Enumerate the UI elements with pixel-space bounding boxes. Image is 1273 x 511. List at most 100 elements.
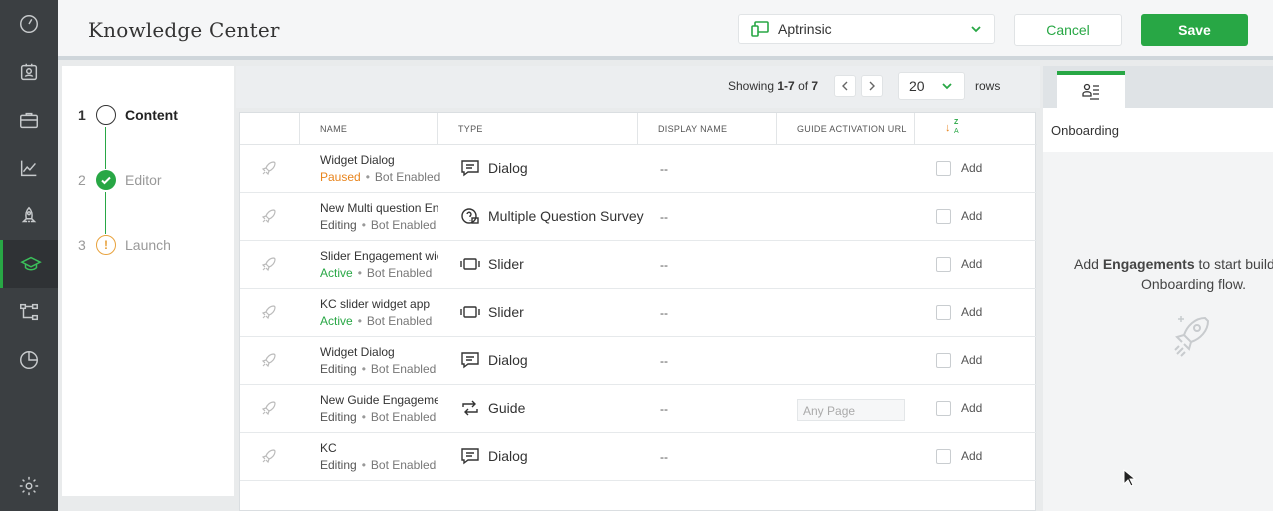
showing-range: 1-7 <box>777 79 795 93</box>
dialog-icon <box>461 448 479 465</box>
step-editor[interactable]: 2 Editor <box>78 168 162 192</box>
rows-per-page-value: 20 <box>909 78 925 94</box>
bot-status: Bot Enabled <box>374 170 441 184</box>
dialog-icon <box>461 352 479 369</box>
showing-of: of <box>798 79 809 93</box>
table-row[interactable]: Widget Dialog Editing • Bot Enabled Dialog… <box>240 337 1037 385</box>
rocket-icon <box>261 161 276 176</box>
right-panel-header: Onboarding <box>1043 108 1273 152</box>
row-meta: Editing • Bot Enabled <box>320 410 436 424</box>
separator-dot: • <box>361 218 366 232</box>
analytics-icon[interactable] <box>0 144 58 192</box>
showing-total: 7 <box>811 79 819 93</box>
empty-state-message: Add Engagements to start buildi Onboardi… <box>1074 254 1273 294</box>
knowledge-center-icon[interactable] <box>0 240 58 288</box>
table-row[interactable]: KC Editing • Bot Enabled Dialog -- Add <box>240 433 1037 481</box>
row-type: Slider <box>460 303 524 321</box>
empty-bold: Engagements <box>1102 256 1195 272</box>
next-page-button[interactable] <box>861 75 883 97</box>
prev-page-button[interactable] <box>834 75 856 97</box>
th-type[interactable]: TYPE <box>438 113 638 144</box>
separator-dot: • <box>361 410 366 424</box>
activation-url-field[interactable]: Any Page <box>797 399 905 421</box>
left-nav <box>0 0 58 511</box>
table-row[interactable]: KC slider widget app Active • Bot Enabled … <box>240 289 1037 337</box>
table-row[interactable]: New Multi question En Editing • Bot Enable… <box>240 193 1037 241</box>
app-selector[interactable]: Aptrinsic <box>738 14 995 44</box>
empty-suffix: to start buildi <box>1198 256 1273 272</box>
row-type-label: Dialog <box>488 160 528 176</box>
add-label[interactable]: Add <box>961 209 982 223</box>
survey-icon <box>461 208 479 224</box>
engagements-table: NAME TYPE DISPLAY NAME GUIDE ACTIVATION … <box>239 112 1037 511</box>
rocket-icon <box>261 449 276 464</box>
reports-icon[interactable] <box>0 336 58 384</box>
rows-per-page-select[interactable]: 20 <box>898 72 965 100</box>
row-type: Guide <box>460 399 525 417</box>
row-type-label: Dialog <box>488 448 528 464</box>
row-display-name: -- <box>660 306 668 320</box>
rocket-icon <box>261 209 276 224</box>
chevron-left-icon <box>842 81 848 91</box>
app-selector-value: Aptrinsic <box>778 21 832 37</box>
step-label: Launch <box>125 237 171 253</box>
add-label[interactable]: Add <box>961 161 982 175</box>
bot-status: Bot Enabled <box>370 218 437 232</box>
add-checkbox[interactable] <box>936 305 951 320</box>
slider-icon <box>460 306 480 318</box>
settings-icon[interactable] <box>0 462 58 510</box>
briefcase-icon[interactable] <box>0 96 58 144</box>
status-badge: Active <box>320 266 353 280</box>
table-row[interactable]: New Guide Engageme Editing • Bot Enabled G… <box>240 385 1037 433</box>
sort-label-z: Z <box>954 118 959 126</box>
section-title: Onboarding <box>1051 123 1119 138</box>
journey-icon[interactable] <box>0 288 58 336</box>
table-row[interactable]: Slider Engagement wic Active • Bot Enabled… <box>240 241 1037 289</box>
add-checkbox[interactable] <box>936 209 951 224</box>
rocket-icon <box>261 401 276 416</box>
rocket-icon <box>261 305 276 320</box>
add-label[interactable]: Add <box>961 401 982 415</box>
th-name[interactable]: NAME <box>300 113 438 144</box>
separator-dot: • <box>357 266 362 280</box>
th-display-name[interactable]: DISPLAY NAME <box>638 113 777 144</box>
empty-line2: Onboarding flow. <box>1141 276 1247 292</box>
page-title: Knowledge Center <box>88 18 280 42</box>
add-label[interactable]: Add <box>961 257 982 271</box>
tab-onboarding[interactable] <box>1057 71 1125 108</box>
row-type: Dialog <box>460 159 528 177</box>
table-row[interactable]: Widget Dialog Paused • Bot Enabled Dialog … <box>240 145 1037 193</box>
add-checkbox[interactable] <box>936 401 951 416</box>
mouse-cursor-icon <box>1123 469 1137 487</box>
add-checkbox[interactable] <box>936 449 951 464</box>
sort-icon[interactable]: ↓ Z A <box>915 113 1037 144</box>
step-label: Editor <box>125 172 162 188</box>
add-checkbox[interactable] <box>936 257 951 272</box>
dashboard-icon[interactable] <box>0 0 58 48</box>
dialog-icon <box>461 160 479 177</box>
add-checkbox[interactable] <box>936 353 951 368</box>
row-type-label: Multiple Question Survey <box>488 208 644 224</box>
step-content[interactable]: 1 Content <box>78 103 178 127</box>
rocket-icon[interactable] <box>0 192 58 240</box>
row-display-name: -- <box>660 450 668 464</box>
add-label[interactable]: Add <box>961 449 982 463</box>
add-label[interactable]: Add <box>961 353 982 367</box>
showing-prefix: Showing <box>728 79 775 93</box>
save-button[interactable]: Save <box>1141 14 1248 46</box>
cancel-button[interactable]: Cancel <box>1014 14 1122 46</box>
row-meta: Active • Bot Enabled <box>320 314 432 328</box>
contacts-icon[interactable] <box>0 48 58 96</box>
row-display-name: -- <box>660 162 668 176</box>
th-guide-url[interactable]: GUIDE ACTIVATION URL <box>777 113 915 144</box>
application-icon <box>751 21 769 37</box>
page-header: Knowledge Center Aptrinsic Cancel Save <box>58 0 1273 60</box>
add-checkbox[interactable] <box>936 161 951 176</box>
step-launch[interactable]: 3 ! Launch <box>78 233 171 257</box>
add-label[interactable]: Add <box>961 305 982 319</box>
row-type: Dialog <box>460 447 528 465</box>
table-header: NAME TYPE DISPLAY NAME GUIDE ACTIVATION … <box>240 113 1037 145</box>
bot-status: Bot Enabled <box>366 266 433 280</box>
row-name: Slider Engagement wic <box>320 249 438 263</box>
rocket-icon <box>1174 316 1210 357</box>
